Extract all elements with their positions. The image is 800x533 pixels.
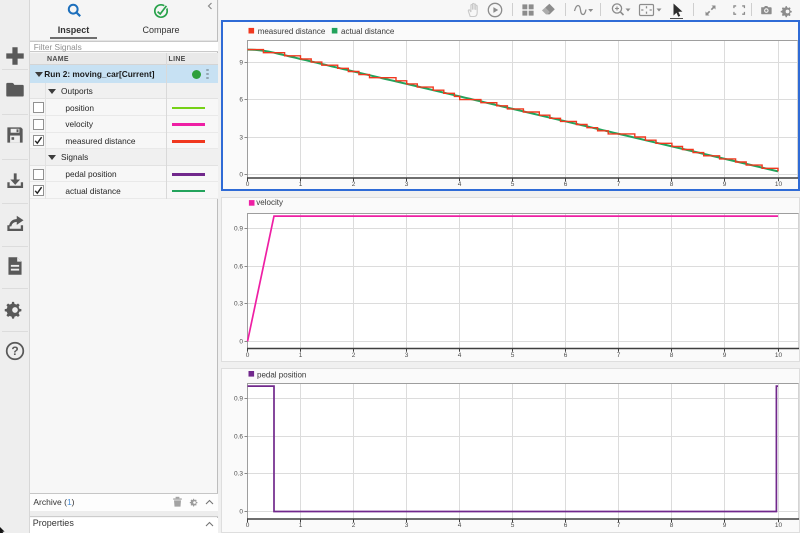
svg-text:6: 6 [564, 181, 568, 188]
svg-text:9: 9 [723, 181, 727, 188]
svg-text:9: 9 [723, 352, 727, 359]
svg-text:2: 2 [352, 352, 356, 359]
svg-text:1: 1 [299, 352, 303, 359]
svg-text:7: 7 [617, 522, 621, 529]
svg-text:10: 10 [775, 181, 783, 188]
svg-text:0.6: 0.6 [234, 264, 243, 271]
svg-text:5: 5 [511, 352, 515, 359]
svg-text:10: 10 [775, 522, 783, 529]
svg-text:0: 0 [239, 509, 243, 516]
svg-text:actual distance: actual distance [341, 27, 395, 36]
svg-text:0: 0 [246, 352, 250, 359]
svg-text:0: 0 [246, 181, 250, 188]
svg-text:0: 0 [239, 172, 243, 179]
svg-text:6: 6 [239, 97, 243, 104]
svg-text:4: 4 [458, 181, 462, 188]
svg-text:9: 9 [239, 60, 243, 67]
svg-text:0: 0 [239, 339, 243, 346]
svg-text:2: 2 [352, 522, 356, 529]
svg-text:5: 5 [511, 522, 515, 529]
svg-text:8: 8 [670, 522, 674, 529]
svg-text:0: 0 [246, 522, 250, 529]
svg-text:measured distance: measured distance [258, 27, 326, 36]
svg-text:2: 2 [352, 181, 356, 188]
svg-text:3: 3 [405, 522, 409, 529]
svg-text:8: 8 [670, 352, 674, 359]
svg-text:4: 4 [458, 352, 462, 359]
svg-text:4: 4 [458, 522, 462, 529]
svg-text:3: 3 [405, 181, 409, 188]
svg-text:?: ? [11, 344, 18, 358]
svg-text:8: 8 [670, 181, 674, 188]
svg-text:0.3: 0.3 [234, 301, 243, 308]
svg-text:0.3: 0.3 [234, 471, 243, 478]
svg-text:5: 5 [511, 181, 515, 188]
svg-text:3: 3 [239, 135, 243, 142]
svg-text:9: 9 [723, 522, 727, 529]
svg-text:1: 1 [299, 522, 303, 529]
svg-text:1: 1 [299, 181, 303, 188]
svg-text:pedal position: pedal position [257, 370, 306, 379]
svg-text:10: 10 [775, 352, 783, 359]
svg-text:7: 7 [617, 352, 621, 359]
svg-text:0.9: 0.9 [234, 226, 243, 233]
svg-text:6: 6 [564, 352, 568, 359]
svg-text:0.6: 0.6 [234, 434, 243, 441]
svg-text:velocity: velocity [256, 198, 283, 207]
svg-text:0.9: 0.9 [234, 396, 243, 403]
svg-text:6: 6 [564, 522, 568, 529]
svg-text:7: 7 [617, 181, 621, 188]
svg-text:3: 3 [405, 352, 409, 359]
